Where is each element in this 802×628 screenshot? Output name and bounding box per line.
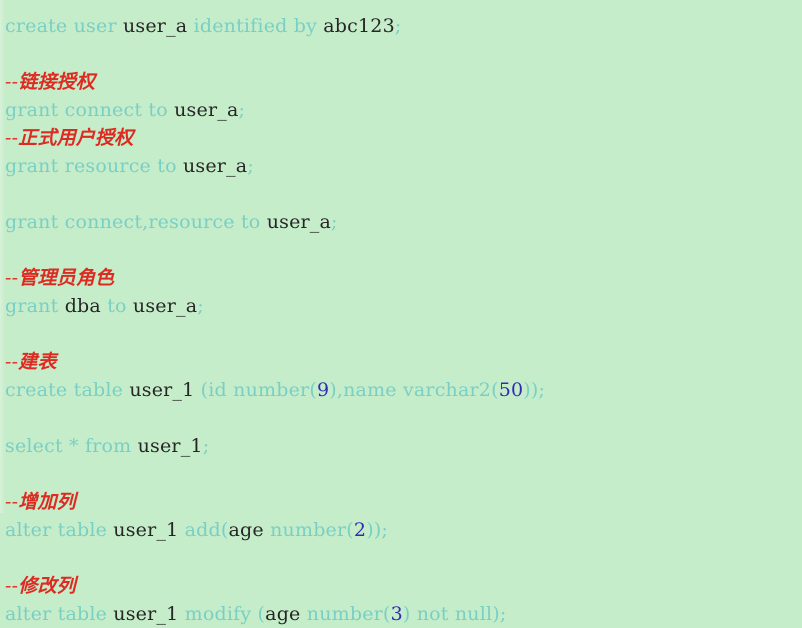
code-token-kw: ; [202,435,210,457]
code-token-kw: ; [394,15,402,37]
code-token-kw: alter table [5,603,114,625]
code-token-cmt-dash: -- [5,351,19,373]
code-token-kw: create table [5,379,130,401]
code-line-comment[interactable]: --增加列 [5,488,802,516]
code-token-kw: grant [5,295,65,317]
code-line-blank[interactable] [5,460,802,488]
code-line-comment[interactable]: --建表 [5,348,802,376]
code-token-kw: add( [178,519,229,541]
code-token-num: 50 [498,379,524,401]
sql-code-editor-surface[interactable]: create user user_a identified by abc123;… [0,0,802,625]
code-token-kw: )); [523,379,546,401]
code-token-kw: number( [263,519,354,541]
code-token-cmt-dash: -- [5,127,19,149]
code-token-id: dba [64,295,101,317]
code-line-list[interactable]: create user user_a identified by abc123;… [0,0,802,628]
code-line-statement[interactable]: grant dba to user_a; [5,292,802,320]
code-token-kw: identified by [187,15,324,37]
code-token-num: 3 [390,603,403,625]
code-token-kw: ) not null); [402,603,507,625]
code-token-kw: (id number( [194,379,317,401]
code-token-num: 9 [316,379,330,401]
code-line-blank[interactable] [5,404,802,432]
code-line-comment[interactable]: --链接授权 [5,68,802,96]
code-token-id: user_a [182,155,248,177]
code-token-kw: number( [300,603,391,625]
code-token-cmt: 链接授权 [18,71,96,93]
code-line-statement[interactable]: grant connect to user_a; [5,96,802,124]
code-token-cmt: 修改列 [18,575,76,597]
code-token-id: user_a [132,295,198,317]
code-line-comment[interactable]: --正式用户授权 [5,124,802,152]
code-token-cmt-dash: -- [5,575,19,597]
code-line-statement[interactable]: grant resource to user_a; [5,152,802,180]
code-token-kw: grant resource to [5,155,183,177]
code-token-id: age [228,519,264,541]
code-token-cmt: 正式用户授权 [18,127,134,149]
code-line-statement[interactable]: grant connect,resource to user_a; [5,208,802,236]
code-token-kw: to [100,295,133,317]
code-line-comment[interactable]: --管理员角色 [5,264,802,292]
code-token-id: user_1 [113,603,179,625]
code-token-cmt: 增加列 [18,491,76,513]
code-token-kw: modify ( [178,603,266,625]
code-token-id: user_1 [113,519,179,541]
code-line-statement[interactable]: alter table user_1 add(age number(2)); [5,516,802,544]
code-token-cmt: 管理员角色 [18,267,115,289]
code-token-id: user_a [174,99,239,121]
code-token-kw: select * from [5,435,138,457]
code-token-kw: create user [5,15,123,37]
code-line-blank[interactable] [5,320,802,348]
code-token-id: user_a [122,15,188,37]
code-token-cmt-dash: -- [5,71,19,93]
code-token-kw: ; [238,99,246,121]
code-token-num: 2 [353,519,367,541]
code-token-id: user_1 [137,435,203,457]
code-line-statement[interactable]: alter table user_1 modify (age number(3)… [5,600,802,628]
code-token-kw: grant connect,resource to [5,211,267,233]
code-line-blank[interactable] [5,40,802,68]
code-token-kw: )); [366,519,389,541]
code-token-cmt: 建表 [18,351,57,373]
code-line-blank[interactable] [5,180,802,208]
code-line-statement[interactable]: create table user_1 (id number(9),name v… [5,376,802,404]
code-token-cmt-dash: -- [5,491,19,513]
code-line-statement[interactable]: create user user_a identified by abc123; [5,12,802,40]
code-line-comment[interactable]: --修改列 [5,572,802,600]
code-token-kw: alter table [5,519,114,541]
code-token-kw: ),name varchar2( [329,379,499,401]
code-token-kw: grant connect to [5,99,175,121]
code-token-id: age [265,603,301,625]
code-line-blank[interactable] [5,544,802,572]
code-token-id: user_a [266,211,332,233]
code-token-kw: ; [331,211,338,233]
code-token-id: user_1 [129,379,195,401]
code-token-id: abc123 [323,15,395,37]
code-line-blank[interactable] [5,236,802,264]
code-token-cmt-dash: -- [5,267,19,289]
code-token-kw: ; [247,155,254,177]
code-line-statement[interactable]: select * from user_1; [5,432,802,460]
code-token-kw: ; [197,295,204,317]
